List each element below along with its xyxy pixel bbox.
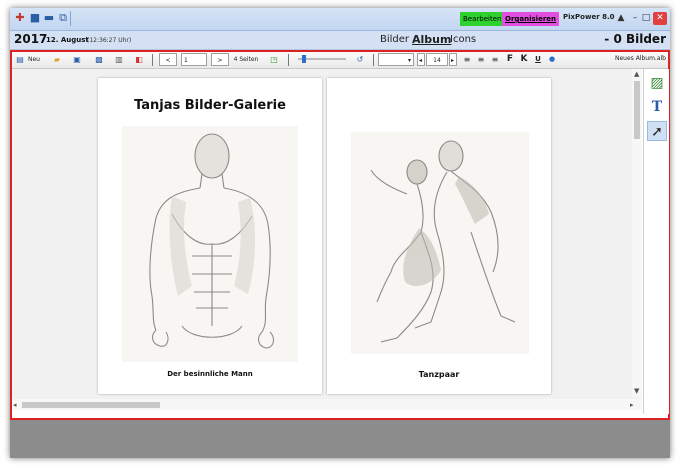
divider (70, 11, 71, 26)
font-family-select[interactable]: ▾ (378, 53, 414, 66)
date-header: 2017 12. August (12:36:27 Uhr) Bilder Al… (10, 31, 670, 50)
album-editor: ▤ Neu ▰ ▣ ▩ ▥ ◧ < 1 > 4 Seiten ◳ ↺ ▾ ◂ 1… (10, 50, 670, 420)
copy-icon[interactable]: ⧉ (56, 11, 70, 25)
align-center-icon[interactable]: ≡ (476, 53, 486, 66)
prev-page-button[interactable]: < (159, 53, 177, 66)
sketch-dancers-image[interactable] (351, 132, 529, 354)
horizontal-scrollbar[interactable]: ◂ ▸ (12, 399, 642, 410)
delete-page-icon[interactable]: ◧ (133, 53, 145, 66)
scroll-right-icon[interactable]: ▸ (630, 401, 634, 409)
divider (288, 54, 289, 66)
next-page-button[interactable]: > (211, 53, 229, 66)
page-count-label: 4 Seiten (233, 56, 259, 63)
align-left-icon[interactable]: ≡ (462, 53, 472, 66)
font-size-input[interactable]: 14 (426, 53, 448, 66)
sketch-man-image[interactable] (122, 126, 298, 362)
tab-album[interactable]: Album (412, 33, 451, 46)
time-label: (12:36:27 Uhr) (87, 37, 132, 44)
album-page-right[interactable]: Tanzpaar (327, 78, 551, 394)
app-window: ✚ ■ ▬ ⧉ Bearbeiten Organisieren PixPower… (10, 8, 670, 458)
save-album-icon[interactable]: ▣ (71, 53, 83, 66)
vertical-scrollbar[interactable]: ▲ ▼ (632, 69, 642, 397)
page-number-input[interactable]: 1 (181, 53, 207, 66)
album-canvas[interactable]: Tanjas Bilder-Galerie Der besinnliche Ma… (12, 69, 642, 399)
tool-panel: ▨ T ➚ (643, 69, 669, 414)
add-page-icon[interactable]: ◳ (268, 53, 280, 66)
italic-button[interactable]: K (519, 53, 529, 66)
vertical-scroll-thumb[interactable] (634, 81, 640, 139)
align-right-icon[interactable]: ≡ (490, 53, 500, 66)
image-caption[interactable]: Der besinnliche Mann (98, 370, 322, 378)
album-filename: Neues Album.alb (615, 55, 666, 62)
save-as-icon[interactable]: ▩ (93, 53, 105, 66)
image-caption[interactable]: Tanzpaar (327, 370, 551, 379)
scroll-down-icon[interactable]: ▼ (634, 387, 639, 395)
album-title[interactable]: Tanjas Bilder-Galerie (98, 98, 322, 113)
title-bar: ✚ ■ ▬ ⧉ Bearbeiten Organisieren PixPower… (10, 8, 670, 31)
horizontal-scroll-thumb[interactable] (22, 402, 160, 408)
insert-image-icon[interactable]: ▨ (647, 73, 667, 93)
album-toolbar: ▤ Neu ▰ ▣ ▩ ▥ ◧ < 1 > 4 Seiten ◳ ↺ ▾ ◂ 1… (12, 52, 668, 69)
mode-edit-button[interactable]: Bearbeiten (460, 12, 505, 26)
bold-button[interactable]: F (505, 53, 515, 66)
maximize-button[interactable]: □ (639, 12, 653, 25)
pointer-icon[interactable]: ➚ (647, 121, 667, 141)
year-label: 2017 (14, 32, 48, 46)
close-button[interactable]: ✕ (653, 12, 667, 25)
insert-text-icon[interactable]: T (647, 97, 667, 117)
font-size-increase[interactable]: ▸ (449, 53, 457, 66)
underline-button[interactable]: U (533, 53, 543, 66)
date-label: 12. August (46, 36, 89, 44)
album-page-left[interactable]: Tanjas Bilder-Galerie Der besinnliche Ma… (98, 78, 322, 394)
mode-organize-button[interactable]: Organisieren (502, 12, 560, 26)
save-icon[interactable]: ■ (28, 11, 42, 25)
new-album-button[interactable]: Neu (27, 53, 41, 66)
rotate-icon[interactable]: ↺ (354, 53, 366, 66)
status-area (10, 420, 670, 458)
scroll-up-icon[interactable]: ▲ (634, 70, 639, 78)
tab-bilder[interactable]: Bilder (380, 34, 409, 45)
print-icon[interactable]: ▬ (42, 11, 56, 25)
divider (152, 54, 153, 66)
print-album-icon[interactable]: ▥ (113, 53, 125, 66)
open-folder-icon[interactable]: ▰ (51, 53, 63, 66)
help-icon[interactable]: ● (547, 53, 557, 66)
collapse-ribbon-button[interactable]: ▲ (614, 12, 628, 25)
font-size-decrease[interactable]: ◂ (417, 53, 425, 66)
tab-icons[interactable]: Icons (450, 34, 476, 45)
scroll-left-icon[interactable]: ◂ (13, 401, 17, 409)
new-album-icon[interactable]: ▤ (15, 53, 25, 66)
divider (373, 54, 374, 66)
app-name: PixPower 8.0 (563, 13, 615, 21)
zoom-slider-thumb[interactable] (302, 55, 306, 63)
image-count: - 0 Bilder (604, 32, 666, 46)
app-icon[interactable]: ✚ (13, 11, 27, 25)
